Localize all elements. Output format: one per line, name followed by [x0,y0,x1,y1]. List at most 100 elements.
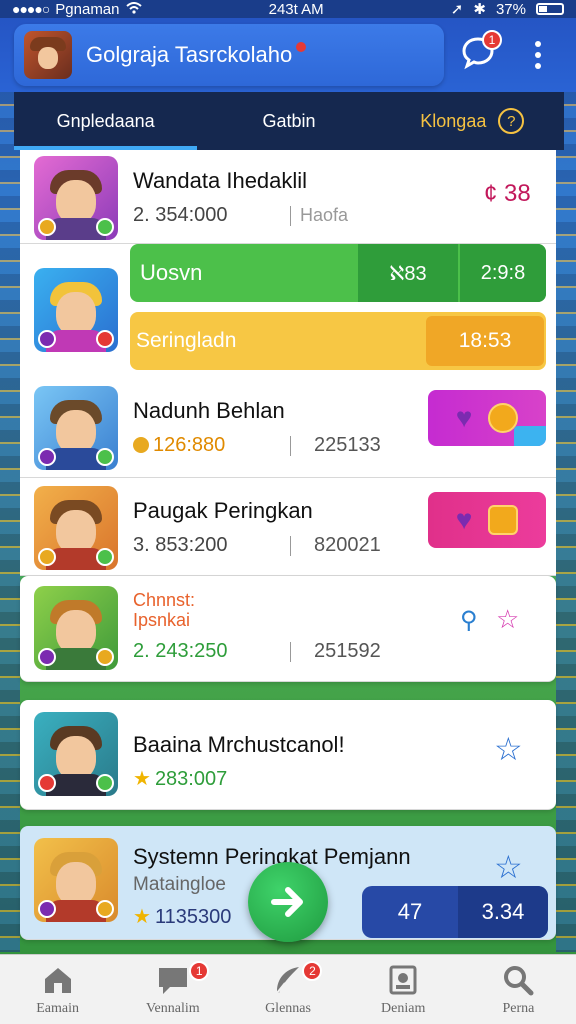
nav-item-feather[interactable]: 2 Glennas [230,955,345,1024]
coin-icon [133,437,149,453]
nav-item-messages[interactable]: 1 Vennalim [115,955,230,1024]
nav-item-home[interactable]: Eamain [0,955,115,1024]
stadium-stand-left [0,92,20,952]
player-score: 2. 354:000 [133,204,228,226]
star-icon[interactable]: ☆ [496,604,519,635]
tab-bar: Gnpledaana Gatbin Klongaa? [14,92,564,150]
tab-first[interactable]: Gnpledaana [14,92,198,150]
score-pill-right: 3.34 [458,886,548,938]
home-icon [44,967,71,993]
player-avatar [34,712,118,796]
player-score: ★ 283:007 [133,768,228,790]
nav-label: Vennalim [145,1000,200,1016]
star-icon: ★ [133,906,151,928]
list-item[interactable]: Nadunh Behlan 126:880 225133 ♥ [20,378,556,478]
blue-gem-icon [514,426,546,446]
stadium-stand-right [556,92,576,952]
app-title: Golgraja Tasrckolaho [86,42,307,68]
player-name: Nadunh Behlan [133,398,285,423]
nav-label: Perna [502,1000,535,1016]
list-item[interactable]: Chnnst: Ipsnkai 2. 243:250 251592 ⚲ ☆ [20,576,556,682]
more-dot-icon [535,63,541,70]
player-score: 126:880 [133,434,225,457]
title-pill[interactable]: Golgraja Tasrckolaho [14,24,444,86]
player-sub: 225133 [314,434,381,456]
search-icon[interactable]: ⚲ [460,606,478,635]
score-pill[interactable]: 47 3.34 [362,886,548,938]
yellow-status-bar[interactable]: Seringladn 18:53 [130,312,546,370]
right-value: ¢ 38 [484,180,531,207]
clock: 243t AM [268,0,324,18]
list-item[interactable]: Paugak Peringkan 3. 853:200 820021 ♥ [20,478,556,576]
more-menu-button[interactable] [528,38,548,72]
star-icon: ★ [133,768,151,790]
chat-button[interactable]: 1 [460,30,502,74]
player-sub: Haofa [300,205,349,225]
reward-box[interactable]: ♥ [428,390,546,446]
search-icon [504,965,534,995]
player-name: Paugak Peringkan [133,498,313,523]
player-name: Wandata Ihedaklil [133,168,308,193]
player-name: Baaina Mrchustcanol! [133,732,345,757]
carrier-label: Pgnaman [55,0,120,18]
heart-icon: ♥ [455,402,473,433]
player-sub: 820021 [314,534,381,556]
yellow-bar-value: 18:53 [426,316,544,366]
nav-badge: 1 [189,961,210,981]
nav-label: Eamain [36,1000,79,1016]
more-dot-icon [535,51,541,58]
feather-icon [276,966,299,994]
app-avatar[interactable] [24,31,72,79]
title-notification-dot [296,42,307,52]
more-dot-icon [535,40,541,47]
player-avatar [34,838,118,922]
arrow-right-icon [271,887,303,917]
battery-percent: 37% [495,0,526,18]
list-item[interactable]: Wandata Ihedaklil 2. 354:000 Haofa ¢ 38 [20,150,556,244]
player-name-line2: Ipsnkai [133,610,191,630]
player-avatar [34,268,118,352]
player-avatar [34,486,118,570]
player-score: 2. 243:250 [133,640,228,662]
tab-second[interactable]: Gatbin [197,92,380,150]
player-name-line1: Chnnst: [133,590,196,610]
chat-badge: 1 [482,30,502,50]
tab-third[interactable]: Klongaa? [381,92,564,150]
battery-icon [535,3,564,15]
star-outline-icon[interactable]: ☆ [494,730,523,768]
player-avatar [34,586,118,670]
chat-icon [158,967,187,994]
green-bar-value-2: 2:9:8 [460,244,546,302]
location-icon: ➚ [450,1,464,18]
play-button[interactable] [248,862,328,942]
player-sub: 251592 [314,640,381,662]
green-bar-label: Uosvn [140,260,203,285]
nav-badge: 2 [302,961,323,981]
player-sub-label: Mataingloe [133,874,226,895]
photo-icon [389,965,417,994]
green-bar-value-1: ℵ83 [358,244,458,302]
bluetooth-icon: ✱ [473,1,486,18]
heart-icon: ♥ [455,504,473,535]
help-icon[interactable]: ? [498,108,525,134]
player-avatar [34,386,118,470]
highlighted-row[interactable]: Uosvn ℵ83 2:9:8 Seringladn 18:53 [20,244,556,378]
reward-box[interactable]: ♥ [428,492,546,548]
player-score: 3. 853:200 [133,534,228,556]
signal-icon: ●●●●○ [12,1,50,17]
nav-label: Deniam [381,1000,426,1016]
yellow-bar-label: Seringladn [136,329,237,352]
player-score: ★ 1135300 [133,906,232,928]
nav-item-photo[interactable]: Deniam [346,955,461,1024]
nav-item-search[interactable]: Perna [461,955,576,1024]
nav-label: Glennas [265,1000,311,1016]
star-outline-icon[interactable]: ☆ [494,848,523,886]
wifi-icon [125,1,142,18]
green-status-bar[interactable]: Uosvn ℵ83 2:9:8 [130,244,546,302]
player-avatar [34,156,118,240]
status-bar: ●●●●○ Pgnaman 243t AM ➚ ✱ 37% [0,0,576,18]
gold-gem-icon [488,505,519,535]
list-item[interactable]: Baaina Mrchustcanol! ★ 283:007 ☆ [20,700,556,810]
bottom-navigation: Eamain 1 Vennalim 2 Glennas Deniam Perna [0,954,576,1024]
app-header: Golgraja Tasrckolaho 1 [0,18,576,92]
